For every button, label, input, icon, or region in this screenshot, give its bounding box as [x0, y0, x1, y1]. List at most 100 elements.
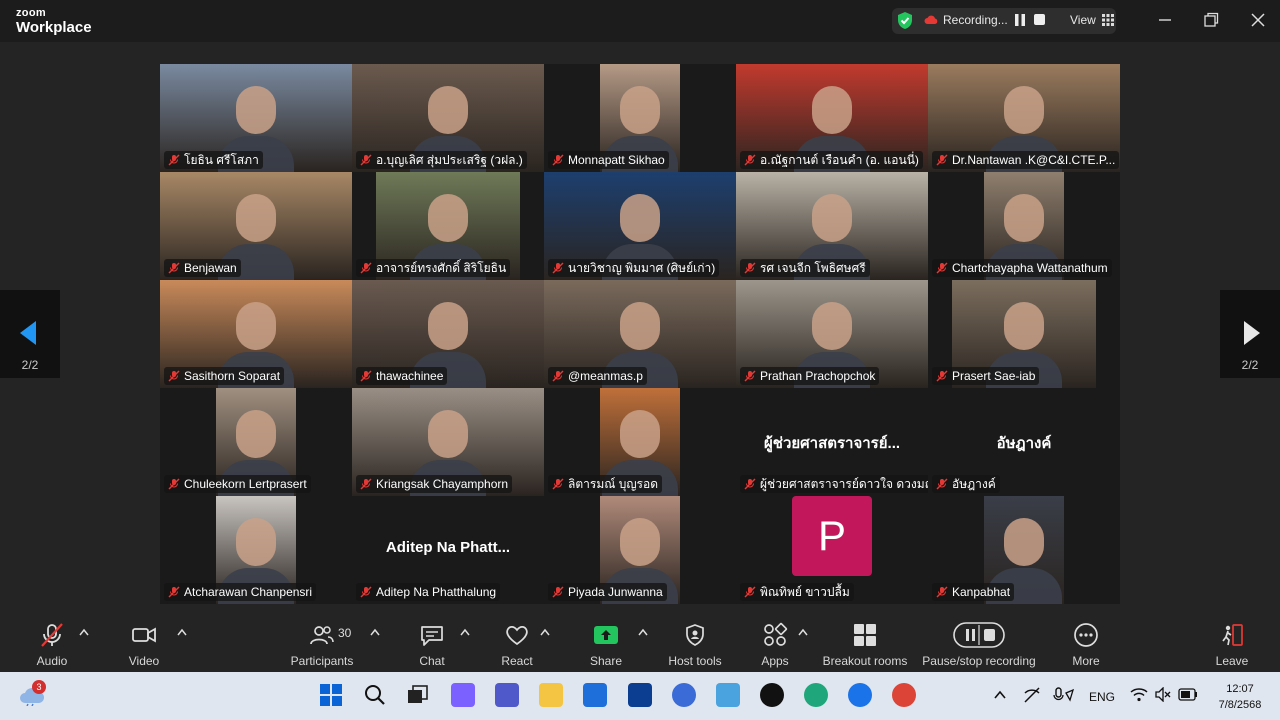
participant-nameplate: Kriangsak Chayamphorn [356, 475, 513, 493]
left-page-indicator: 2/2 [21, 358, 39, 372]
participant-name: Kriangsak Chayamphorn [376, 477, 509, 491]
audio-button[interactable]: Audio [30, 622, 74, 668]
video-label: Video [128, 654, 160, 668]
participant-tile[interactable]: Sasithorn Soparat [160, 280, 352, 388]
next-page-button[interactable]: 2/2 [1220, 290, 1280, 378]
tiktok-icon[interactable] [760, 683, 784, 707]
participant-tile[interactable]: Kriangsak Chayamphorn [352, 388, 544, 496]
participants-options-caret-icon[interactable] [370, 628, 380, 636]
share-screen-button[interactable]: Share [586, 622, 626, 668]
participant-tile[interactable]: โยธิน ศรีโสภา [160, 64, 352, 172]
participant-tile[interactable]: ลิตารมณ์ บุญรอด [544, 388, 736, 496]
leave-button[interactable]: Leave [1212, 622, 1252, 668]
more-button[interactable]: More [1066, 622, 1106, 668]
participant-name: โยธิน ศรีโสภา [184, 153, 259, 167]
participant-tile[interactable]: Atcharawan Chanpensri [160, 496, 352, 604]
close-icon[interactable] [1248, 10, 1268, 30]
participant-tile[interactable]: ผู้ช่วยศาสตราจารย์... ผู้ช่วยศาสตราจารย์ด… [736, 388, 928, 496]
shield-check-icon[interactable] [896, 11, 914, 30]
participant-tile[interactable]: Benjawan [160, 172, 352, 280]
participant-tile[interactable]: Chartchayapha Wattanathum [928, 172, 1120, 280]
participant-silhouette [812, 302, 852, 350]
pause-stop-recording-button[interactable]: Pause/stop recording [920, 622, 1038, 668]
participant-tile[interactable]: อ.ณัฐกานต์ เรือนคำ (อ. แอนนี่) [736, 64, 928, 172]
muted-mic-icon [744, 586, 756, 598]
volume-muted-icon[interactable] [1154, 687, 1172, 702]
participant-silhouette [236, 302, 276, 350]
previous-page-button[interactable]: 2/2 [0, 290, 60, 378]
participant-tile[interactable]: อาจารย์ทรงศักดิ์ สิริโยธิน [352, 172, 544, 280]
participant-tile[interactable]: Chuleekorn Lertprasert [160, 388, 352, 496]
participant-name: Dr.Nantawan .K@C&I.CTE.P... [952, 153, 1116, 167]
search-icon[interactable] [364, 684, 386, 706]
audio-label: Audio [36, 654, 68, 668]
pause-recording-icon[interactable] [1013, 13, 1027, 27]
show-hidden-icons-icon[interactable] [994, 690, 1006, 700]
copilot-icon[interactable] [451, 683, 475, 707]
stop-recording-icon[interactable] [1034, 14, 1045, 25]
participant-tile[interactable]: อ.บุญเลิศ สุ่มประเสริฐ (วฝล.) [352, 64, 544, 172]
participant-tile[interactable]: นายวิชาญ พิมมาศ (ศิษย์เก่า) [544, 172, 736, 280]
participant-tile[interactable]: Aditep Na Phatt... Aditep Na Phatthalung [352, 496, 544, 604]
language-indicator[interactable]: ENG [1089, 690, 1115, 704]
more-dots-icon [1074, 623, 1098, 647]
apps-label: Apps [761, 654, 789, 668]
breakout-rooms-button[interactable]: Breakout rooms [820, 622, 910, 668]
participant-tile[interactable]: @meanmas.p [544, 280, 736, 388]
host-tools-button[interactable]: Host tools [664, 622, 726, 668]
video-button[interactable]: Video [122, 622, 166, 668]
network-off-icon[interactable] [1023, 687, 1041, 703]
teams-icon[interactable] [495, 683, 519, 707]
mic-in-use-icon[interactable] [1053, 687, 1075, 703]
file-explorer-icon[interactable] [539, 683, 563, 707]
wifi-icon[interactable] [1130, 687, 1148, 702]
chat-options-caret-icon[interactable] [460, 628, 470, 636]
apps-options-caret-icon[interactable] [798, 628, 808, 636]
participant-tile[interactable]: Dr.Nantawan .K@C&I.CTE.P... [928, 64, 1120, 172]
muted-mic-icon [552, 478, 564, 490]
participant-tile[interactable]: อัษฎางค์ อัษฎางค์ [928, 388, 1120, 496]
video-options-caret-icon[interactable] [177, 628, 187, 636]
participant-nameplate: Monnapatt Sikhao [548, 151, 669, 169]
participant-tile[interactable]: รศ เจนจีก โพธิศษศรี [736, 172, 928, 280]
participant-tile[interactable]: P พิณทิพย์ ขาวปลื้ม [736, 496, 928, 604]
view-button[interactable]: View [1070, 13, 1096, 27]
participant-silhouette [1004, 302, 1044, 350]
apps-button[interactable]: Apps [758, 622, 792, 668]
line-app-icon[interactable] [628, 683, 652, 707]
windows-start-icon[interactable] [320, 684, 342, 706]
view-grid-icon[interactable] [1102, 14, 1114, 26]
logo-line2: Workplace [16, 19, 92, 36]
react-options-caret-icon[interactable] [540, 628, 550, 636]
muted-mic-icon [168, 154, 180, 166]
participant-name: พิณทิพย์ ขาวปลื้ม [760, 585, 850, 599]
task-view-icon[interactable] [407, 685, 429, 705]
share-options-caret-icon[interactable] [638, 628, 648, 636]
participant-tile[interactable]: thawachinee [352, 280, 544, 388]
edge-icon[interactable] [804, 683, 828, 707]
minimize-icon[interactable] [1155, 10, 1175, 30]
heart-icon [506, 626, 528, 646]
audio-options-caret-icon[interactable] [79, 628, 89, 636]
react-button[interactable]: React [496, 622, 538, 668]
photos-icon[interactable] [716, 683, 740, 707]
microsoft-store-icon[interactable] [583, 683, 607, 707]
participant-name: Atcharawan Chanpensri [184, 585, 313, 599]
app-a-icon[interactable] [672, 683, 696, 707]
chrome-icon[interactable] [892, 683, 916, 707]
muted-mic-icon [936, 370, 948, 382]
battery-icon[interactable] [1178, 688, 1198, 701]
participant-tile[interactable]: Prasert Sae-iab [928, 280, 1120, 388]
zoom-taskbar-icon[interactable] [848, 683, 872, 707]
participant-tile[interactable]: Prathan Prachopchok [736, 280, 928, 388]
muted-mic-icon [744, 262, 756, 274]
system-clock[interactable]: 12:07 7/8/2568 [1212, 681, 1268, 713]
restore-icon[interactable] [1201, 10, 1221, 30]
participant-tile[interactable]: Kanpabhat [928, 496, 1120, 604]
participant-tile[interactable]: Piyada Junwanna [544, 496, 736, 604]
chat-button[interactable]: Chat [412, 622, 452, 668]
participant-nameplate: อ.บุญเลิศ สุ่มประเสริฐ (วฝล.) [356, 151, 527, 169]
participant-tile[interactable]: Monnapatt Sikhao [544, 64, 736, 172]
muted-mic-icon [360, 370, 372, 382]
video-camera-icon [132, 627, 156, 643]
